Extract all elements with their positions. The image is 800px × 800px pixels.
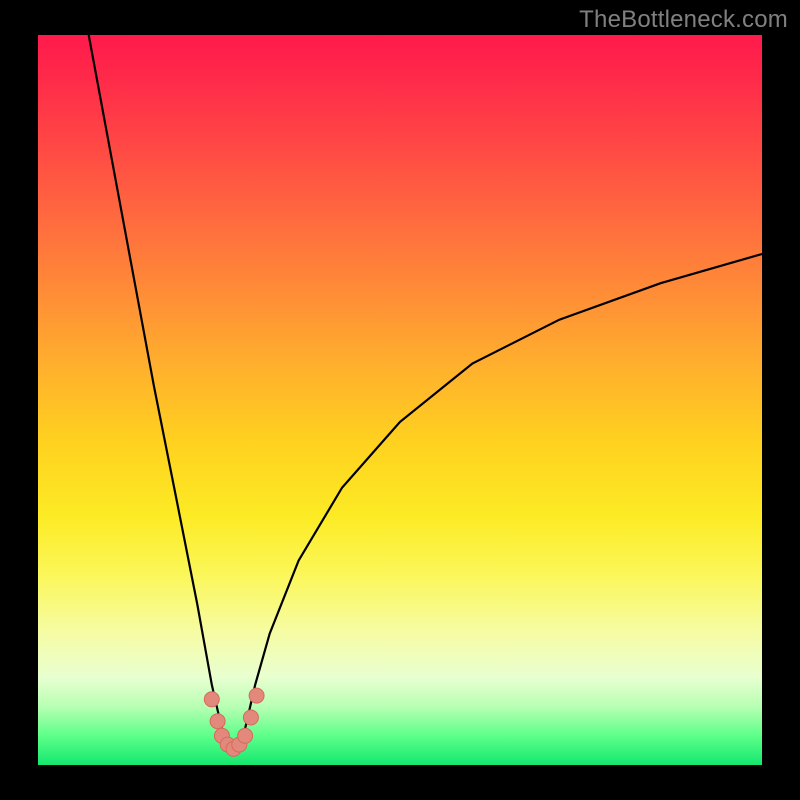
- marker-dot: [243, 710, 258, 725]
- marker-dot: [238, 728, 253, 743]
- marker-dot: [210, 714, 225, 729]
- watermark-text: TheBottleneck.com: [579, 6, 788, 34]
- marker-dot: [249, 688, 264, 703]
- outer-frame: TheBottleneck.com: [0, 0, 800, 800]
- marker-dots: [204, 688, 264, 756]
- marker-dot: [204, 692, 219, 707]
- plot-area: [38, 35, 762, 765]
- bottleneck-curve: [89, 35, 762, 750]
- curve-layer: [38, 35, 762, 765]
